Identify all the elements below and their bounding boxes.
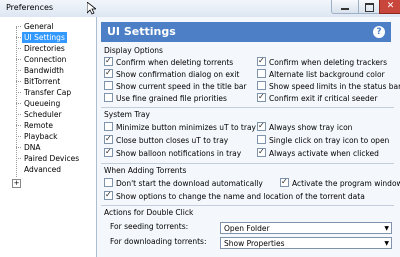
- checkbox-checked-icon: [257, 120, 266, 131]
- tree-item-ui-settings[interactable]: UI Settings: [22, 32, 67, 43]
- expand-icon[interactable]: +: [12, 179, 21, 188]
- tree-item-advanced[interactable]: Advanced: [22, 164, 63, 175]
- activate-window-checkbox[interactable]: Activate the program window: [280, 176, 400, 189]
- divider: [101, 107, 394, 108]
- confirm-exit-checkbox[interactable]: Show confirmation dialog on exit: [104, 67, 239, 80]
- tree-branch: [16, 136, 21, 137]
- tree-item-transfer-cap[interactable]: Transfer Cap: [22, 87, 73, 98]
- tree-item-scheduler[interactable]: Scheduler: [22, 109, 64, 120]
- close-to-tray-checkbox[interactable]: Close button closes uT to tray: [104, 133, 228, 146]
- tree-item-directories[interactable]: Directories: [22, 43, 67, 54]
- window-title: Preferences: [6, 3, 54, 12]
- tree-item-playback[interactable]: Playback: [22, 131, 59, 142]
- display-options-label: Display Options: [104, 46, 163, 55]
- adding-torrents-label: When Adding Torrents: [104, 166, 187, 175]
- checkbox-unchecked-icon: [104, 81, 113, 90]
- panel-header: UI Settings ?: [101, 22, 391, 42]
- tree-item-connection[interactable]: Connection: [22, 54, 68, 65]
- double-click-label: Actions for Double Click: [104, 208, 194, 217]
- tree-item-bittorrent[interactable]: BitTorrent: [22, 76, 62, 87]
- help-icon[interactable]: ?: [373, 26, 385, 38]
- tree-branch: [16, 81, 21, 82]
- mouse-cursor-icon: [87, 2, 96, 15]
- tree-item-queueing[interactable]: Queueing: [22, 98, 62, 109]
- divider: [101, 205, 394, 206]
- downloading-label: For downloading torrents:: [110, 237, 207, 246]
- checkbox-unchecked-icon: [257, 135, 266, 144]
- checkbox-checked-icon: [257, 91, 266, 102]
- checkbox-unchecked-icon: [257, 69, 266, 78]
- checkbox-checked-icon: [104, 55, 113, 66]
- checkbox-checked-icon: [104, 146, 113, 157]
- tree-branch: [16, 92, 21, 93]
- chevron-down-icon: ▼: [384, 225, 389, 232]
- critical-seeder-checkbox[interactable]: Confirm exit if critical seeder: [257, 91, 377, 104]
- checkbox-checked-icon: [280, 176, 289, 187]
- checkbox-checked-icon: [104, 133, 113, 144]
- checkbox-unchecked-icon: [104, 178, 113, 187]
- system-tray-label: System Tray: [104, 110, 150, 119]
- tree-branch: [16, 125, 21, 126]
- status-speed-limits-checkbox[interactable]: Show speed limits in the status bar: [257, 81, 400, 92]
- always-show-tray-checkbox[interactable]: Always show tray icon: [257, 120, 352, 133]
- minimize-button[interactable]: [331, 0, 359, 14]
- minimize-to-tray-checkbox[interactable]: Minimize button minimizes uT to tray: [104, 122, 256, 133]
- tree-branch: [16, 26, 21, 27]
- tree-branch: [16, 48, 21, 49]
- maximize-button[interactable]: [358, 0, 380, 14]
- tree-branch: [16, 37, 21, 38]
- tree-connector: [16, 27, 17, 177]
- tree-branch: [16, 59, 21, 60]
- title-bar: Preferences ✕: [0, 0, 400, 18]
- tree-item-remote[interactable]: Remote: [22, 120, 55, 131]
- alternate-bg-checkbox[interactable]: Alternate list background color: [257, 69, 385, 80]
- fine-priorities-checkbox[interactable]: Use fine grained file priorities: [104, 93, 227, 104]
- tree-branch: [16, 147, 21, 148]
- always-activate-checkbox[interactable]: Always activate when clicked: [257, 146, 379, 159]
- seeding-action-select[interactable]: Open Folder ▼: [220, 222, 392, 234]
- chevron-down-icon: ▼: [384, 240, 389, 247]
- tree-branch: [16, 158, 21, 159]
- seeding-action-value: Open Folder: [224, 224, 270, 233]
- title-speed-checkbox[interactable]: Show current speed in the title bar: [104, 81, 247, 92]
- confirm-delete-torrents-checkbox[interactable]: Confirm when deleting torrents: [104, 55, 233, 68]
- close-icon: ✕: [386, 1, 395, 11]
- checkbox-checked-icon: [104, 67, 113, 78]
- checkbox-checked-icon: [104, 189, 113, 200]
- tree-item-bandwidth[interactable]: Bandwidth: [22, 65, 66, 76]
- dont-start-checkbox[interactable]: Don't start the download automatically: [104, 178, 263, 189]
- downloading-action-select[interactable]: Show Properties ▼: [220, 237, 392, 249]
- divider: [101, 163, 394, 164]
- tree-item-paired-devices[interactable]: Paired Devices: [22, 153, 81, 164]
- checkbox-checked-icon: [257, 146, 266, 157]
- checkbox-unchecked-icon: [104, 122, 113, 131]
- checkbox-checked-icon: [257, 55, 266, 66]
- settings-panel: UI Settings ? Display Options Confirm wh…: [97, 17, 400, 257]
- tree-branch: [16, 103, 21, 104]
- tree-branch: [16, 114, 21, 115]
- confirm-delete-trackers-checkbox[interactable]: Confirm when deleting trackers: [257, 55, 387, 68]
- tree-item-dna[interactable]: DNA: [22, 142, 43, 153]
- tree-branch: [16, 70, 21, 71]
- panel-title: UI Settings: [107, 25, 176, 38]
- checkbox-unchecked-icon: [257, 81, 266, 90]
- close-button[interactable]: ✕: [379, 0, 400, 14]
- downloading-action-value: Show Properties: [224, 239, 285, 248]
- preferences-tree: General UI Settings Directories Connecti…: [0, 17, 97, 257]
- tree-item-general[interactable]: General: [22, 21, 56, 32]
- balloon-notifications-checkbox[interactable]: Show balloon notifications in tray: [104, 146, 241, 159]
- show-options-checkbox[interactable]: Show options to change the name and loca…: [104, 189, 365, 202]
- checkbox-unchecked-icon: [104, 93, 113, 102]
- seeding-label: For seeding torrents:: [110, 222, 189, 231]
- single-click-tray-checkbox[interactable]: Single click on tray icon to open: [257, 135, 389, 146]
